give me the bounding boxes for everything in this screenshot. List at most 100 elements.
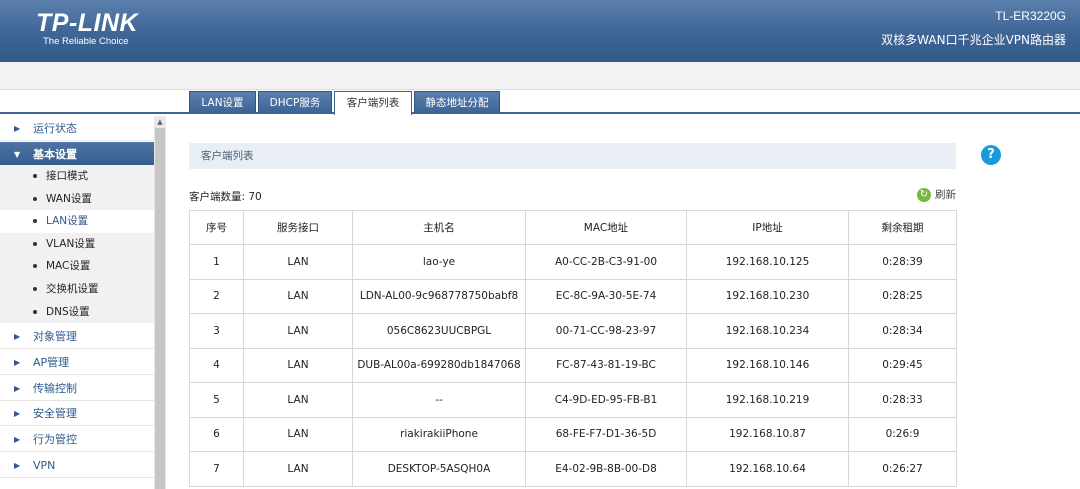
sidebar-item-transmission-control[interactable]: ▶ 传输控制 xyxy=(0,376,154,401)
cell-ip: 192.168.10.230 xyxy=(686,278,849,314)
sidebar-subitem-switch[interactable]: 交换机设置 xyxy=(0,278,154,301)
chevron-right-icon: ▶ xyxy=(14,435,21,444)
table-row: 5 LAN -- C4-9D-ED-95-FB-B1 192.168.10.21… xyxy=(189,382,957,418)
sidebar-item-status[interactable]: ▶ 运行状态 xyxy=(0,116,154,141)
cell-lease: 0:29:45 xyxy=(848,347,957,383)
cell-mac: C4-9D-ED-95-FB-B1 xyxy=(525,382,687,418)
cell-index: 3 xyxy=(189,313,244,349)
column-header-ip: IP地址 xyxy=(686,210,849,245)
sidebar-item-vpn[interactable]: ▶ VPN xyxy=(0,453,154,478)
scroll-up-arrow-icon[interactable]: ▲ xyxy=(154,118,166,126)
column-header-index: 序号 xyxy=(189,210,244,245)
cell-ip: 192.168.10.219 xyxy=(686,382,849,418)
cell-hostname: DESKTOP-5ASQH0A xyxy=(352,451,526,487)
sidebar-item-label: VPN xyxy=(33,459,56,472)
sidebar-subitem-lan[interactable]: LAN设置 xyxy=(0,210,154,233)
sidebar-scrollbar[interactable]: ▲ xyxy=(154,116,166,489)
product-name: 双核多WAN口千兆企业VPN路由器 xyxy=(881,33,1066,47)
bullet-icon xyxy=(33,264,37,269)
help-icon[interactable]: ? xyxy=(981,145,1001,165)
bullet-icon xyxy=(33,219,37,224)
chevron-right-icon: ▶ xyxy=(14,358,21,367)
sidebar-subitem-interface-mode[interactable]: 接口模式 xyxy=(0,165,154,188)
cell-lease: 0:28:25 xyxy=(848,278,957,314)
column-header-interface: 服务接口 xyxy=(243,210,353,245)
brand-logo: TP-LINK xyxy=(36,9,139,37)
cell-index: 2 xyxy=(189,278,244,314)
cell-ip: 192.168.10.64 xyxy=(686,451,849,487)
sidebar-item-label: 行为管控 xyxy=(33,433,77,446)
sidebar-nav: ▶ 运行状态 ▼ 基本设置 接口模式 WAN设置 LAN设置 VLAN设置 MA… xyxy=(0,116,154,489)
chevron-right-icon: ▶ xyxy=(14,124,21,133)
cell-lease: 0:26:9 xyxy=(848,416,957,452)
tab-dhcp-service[interactable]: DHCP服务 xyxy=(258,91,332,113)
cell-interface: LAN xyxy=(243,278,353,314)
table-header-row: 序号 服务接口 主机名 MAC地址 IP地址 剩余租期 xyxy=(189,210,957,245)
sidebar-subitem-wan[interactable]: WAN设置 xyxy=(0,187,154,211)
chevron-right-icon: ▶ xyxy=(14,384,21,393)
cell-hostname: LDN-AL00-9c968778750babf8 xyxy=(352,278,526,314)
sidebar-item-security[interactable]: ▶ 安全管理 xyxy=(0,401,154,426)
cell-interface: LAN xyxy=(243,382,353,418)
section-title: 客户端列表 xyxy=(189,143,956,169)
bullet-icon xyxy=(33,309,37,314)
chevron-right-icon: ▶ xyxy=(14,332,21,341)
chevron-right-icon: ▶ xyxy=(14,409,21,418)
tab-client-list[interactable]: 客户端列表 xyxy=(334,91,412,115)
client-table: 序号 服务接口 主机名 MAC地址 IP地址 剩余租期 1 LAN lao-ye… xyxy=(189,210,957,487)
sidebar-item-ap-management[interactable]: ▶ AP管理 xyxy=(0,350,154,375)
sidebar-subitem-label: 接口模式 xyxy=(46,170,88,182)
table-row: 7 LAN DESKTOP-5ASQH0A E4-02-9B-8B-00-D8 … xyxy=(189,451,957,487)
cell-lease: 0:26:27 xyxy=(848,451,957,487)
table-row: 2 LAN LDN-AL00-9c968778750babf8 EC-8C-9A… xyxy=(189,278,957,314)
sidebar-subitem-mac[interactable]: MAC设置 xyxy=(0,255,154,278)
sidebar-subitem-label: MAC设置 xyxy=(46,260,91,273)
bullet-icon xyxy=(33,196,37,201)
table-row: 6 LAN riakirakiiPhone 68-FE-F7-D1-36-5D … xyxy=(189,416,957,452)
refresh-icon: ↻ xyxy=(917,188,931,202)
cell-hostname: lao-ye xyxy=(352,244,526,280)
sidebar-item-label: 对象管理 xyxy=(33,330,77,343)
sidebar-item-label: AP管理 xyxy=(33,356,70,369)
cell-interface: LAN xyxy=(243,347,353,383)
table-row: 1 LAN lao-ye A0-CC-2B-C3-91-00 192.168.1… xyxy=(189,244,957,280)
bullet-icon xyxy=(33,287,37,291)
sidebar-item-object-management[interactable]: ▶ 对象管理 xyxy=(0,324,154,349)
cell-index: 1 xyxy=(189,244,244,280)
refresh-label: 刷新 xyxy=(935,189,956,201)
sidebar-item-basic-settings[interactable]: ▼ 基本设置 xyxy=(0,142,154,167)
cell-ip: 192.168.10.146 xyxy=(686,347,849,383)
tab-lan-settings[interactable]: LAN设置 xyxy=(189,91,256,113)
cell-interface: LAN xyxy=(243,451,353,487)
column-header-hostname: 主机名 xyxy=(352,210,526,245)
tab-bar: LAN设置 DHCP服务 客户端列表 静态地址分配 xyxy=(0,90,1080,115)
sidebar-subitem-vlan[interactable]: VLAN设置 xyxy=(0,232,154,256)
scroll-thumb[interactable] xyxy=(155,128,165,489)
sidebar-item-label: 安全管理 xyxy=(33,407,77,420)
table-row: 4 LAN DUB-AL00a-699280db1847068 FC-87-43… xyxy=(189,347,957,383)
sub-bar xyxy=(0,62,1080,90)
tab-static-address[interactable]: 静态地址分配 xyxy=(414,91,500,113)
cell-interface: LAN xyxy=(243,416,353,452)
cell-mac: E4-02-9B-8B-00-D8 xyxy=(525,451,687,487)
sidebar-subitem-label: 交换机设置 xyxy=(46,283,99,295)
cell-mac: 00-71-CC-98-23-97 xyxy=(525,313,687,349)
device-model: TL-ER3220G xyxy=(995,9,1066,23)
cell-ip: 192.168.10.125 xyxy=(686,244,849,280)
bullet-icon xyxy=(33,174,37,178)
sidebar-subitem-label: VLAN设置 xyxy=(46,237,96,250)
sidebar-item-label: 基本设置 xyxy=(33,148,77,161)
table-row: 3 LAN 056C8623UUCBPGL 00-71-CC-98-23-97 … xyxy=(189,313,957,349)
sidebar-item-behavior-control[interactable]: ▶ 行为管控 xyxy=(0,427,154,452)
sidebar-subitem-dns[interactable]: DNS设置 xyxy=(0,300,154,324)
chevron-down-icon: ▼ xyxy=(14,150,21,159)
column-header-mac: MAC地址 xyxy=(525,210,687,245)
cell-hostname: riakirakiiPhone xyxy=(352,416,526,452)
cell-interface: LAN xyxy=(243,244,353,280)
sidebar-item-label: 运行状态 xyxy=(33,122,77,135)
cell-hostname: DUB-AL00a-699280db1847068 xyxy=(352,347,526,383)
cell-index: 4 xyxy=(189,347,244,383)
cell-ip: 192.168.10.234 xyxy=(686,313,849,349)
cell-index: 7 xyxy=(189,451,244,487)
sidebar-subitem-label: DNS设置 xyxy=(46,305,90,318)
